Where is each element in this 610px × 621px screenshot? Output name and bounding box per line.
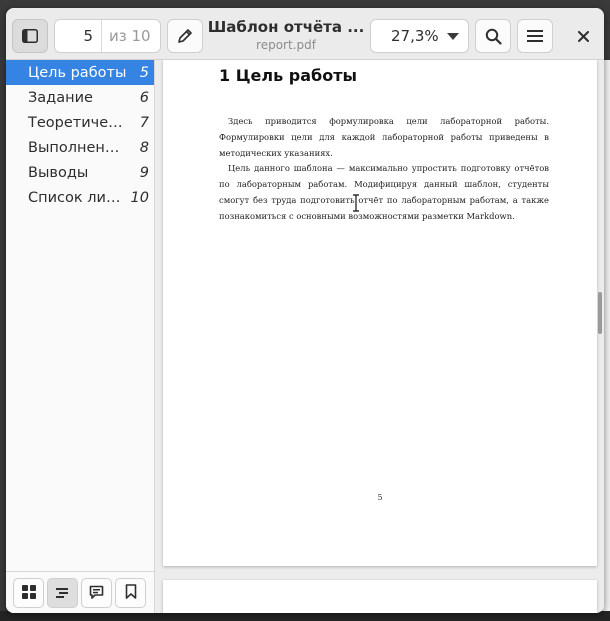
paragraph: Здесь приводится формулировка цели лабор… bbox=[219, 116, 549, 158]
annotate-button[interactable] bbox=[167, 19, 203, 53]
chevron-down-icon bbox=[447, 32, 459, 40]
page-footer-number: 5 bbox=[377, 493, 383, 502]
outline-tab[interactable] bbox=[47, 578, 78, 608]
bookmarks-tab[interactable] bbox=[115, 578, 146, 608]
title-block: Шаблон отчёта ... report.pdf bbox=[206, 18, 366, 52]
scrollbar[interactable] bbox=[598, 292, 602, 334]
outline-item-page: 9 bbox=[139, 164, 149, 181]
close-button[interactable] bbox=[569, 22, 597, 50]
next-document-page bbox=[163, 580, 597, 613]
annotations-icon bbox=[89, 584, 104, 603]
header-bar: 5 из 10 Шаблон отчёта ... report.pdf 27,… bbox=[6, 8, 604, 60]
text-cursor-icon bbox=[353, 194, 359, 212]
document-page: 1 Цель работы Здесь приводится формулиро… bbox=[163, 60, 597, 566]
main-menu-button[interactable] bbox=[517, 19, 553, 53]
page-count-label: из 10 bbox=[109, 27, 151, 45]
outline-item-page: 7 bbox=[139, 114, 149, 131]
search-icon bbox=[485, 28, 502, 45]
outline-item-label: Выводы bbox=[28, 164, 89, 181]
document-title: Шаблон отчёта ... bbox=[207, 18, 365, 36]
outline-item-label: Цель работы bbox=[28, 64, 127, 81]
outline-item-page: 8 bbox=[139, 139, 149, 156]
page-number-input[interactable]: 5 bbox=[55, 20, 102, 52]
outline-icon bbox=[55, 584, 70, 603]
hamburger-menu-icon bbox=[527, 29, 543, 43]
zoom-level: 27,3% bbox=[391, 27, 439, 45]
outline-item-references[interactable]: Список лите… 10 bbox=[6, 185, 154, 210]
pencil-icon bbox=[177, 28, 193, 44]
page-navigation: 5 из 10 bbox=[54, 19, 161, 53]
section-body: Здесь приводится формулировка цели лабор… bbox=[219, 114, 549, 225]
search-button[interactable] bbox=[475, 19, 511, 53]
outline-item-goal[interactable]: Цель работы 5 bbox=[6, 60, 154, 85]
bookmarks-icon bbox=[125, 583, 137, 603]
outline-item-page: 10 bbox=[130, 189, 149, 206]
outline-item-page: 6 bbox=[139, 89, 149, 106]
thumbnails-icon bbox=[21, 584, 36, 603]
outline-item-page: 5 bbox=[139, 64, 149, 81]
outline-item-theory[interactable]: Теоретичес… 7 bbox=[6, 110, 154, 135]
outline-item-label: Выполнение… bbox=[28, 139, 128, 156]
outline-item-label: Теоретичес… bbox=[28, 114, 128, 131]
annotations-tab[interactable] bbox=[81, 578, 112, 608]
sidebar-view-switcher bbox=[6, 571, 154, 613]
outline-item-label: Список лите… bbox=[28, 189, 128, 206]
document-filename: report.pdf bbox=[256, 38, 316, 52]
thumbnails-tab[interactable] bbox=[13, 578, 44, 608]
section-heading: 1 Цель работы bbox=[219, 66, 357, 85]
outline-item-execution[interactable]: Выполнение… 8 bbox=[6, 135, 154, 160]
sidebar-toggle-button[interactable] bbox=[12, 19, 48, 53]
document-viewer-window: 5 из 10 Шаблон отчёта ... report.pdf 27,… bbox=[6, 8, 604, 613]
sidebar-toggle-icon bbox=[22, 29, 38, 43]
outline-item-conclusions[interactable]: Выводы 9 bbox=[6, 160, 154, 185]
outline-item-label: Задание bbox=[28, 89, 93, 106]
paragraph: Цель данного шаблона — максимально упрос… bbox=[219, 163, 549, 221]
zoom-dropdown[interactable]: 27,3% bbox=[370, 19, 469, 53]
close-icon bbox=[577, 27, 589, 46]
document-view[interactable]: 1 Цель работы Здесь приводится формулиро… bbox=[155, 60, 604, 613]
outline-sidebar: Цель работы 5 Задание 6 Теоретичес… 7 Вы… bbox=[6, 60, 155, 613]
outline-item-task[interactable]: Задание 6 bbox=[6, 85, 154, 110]
